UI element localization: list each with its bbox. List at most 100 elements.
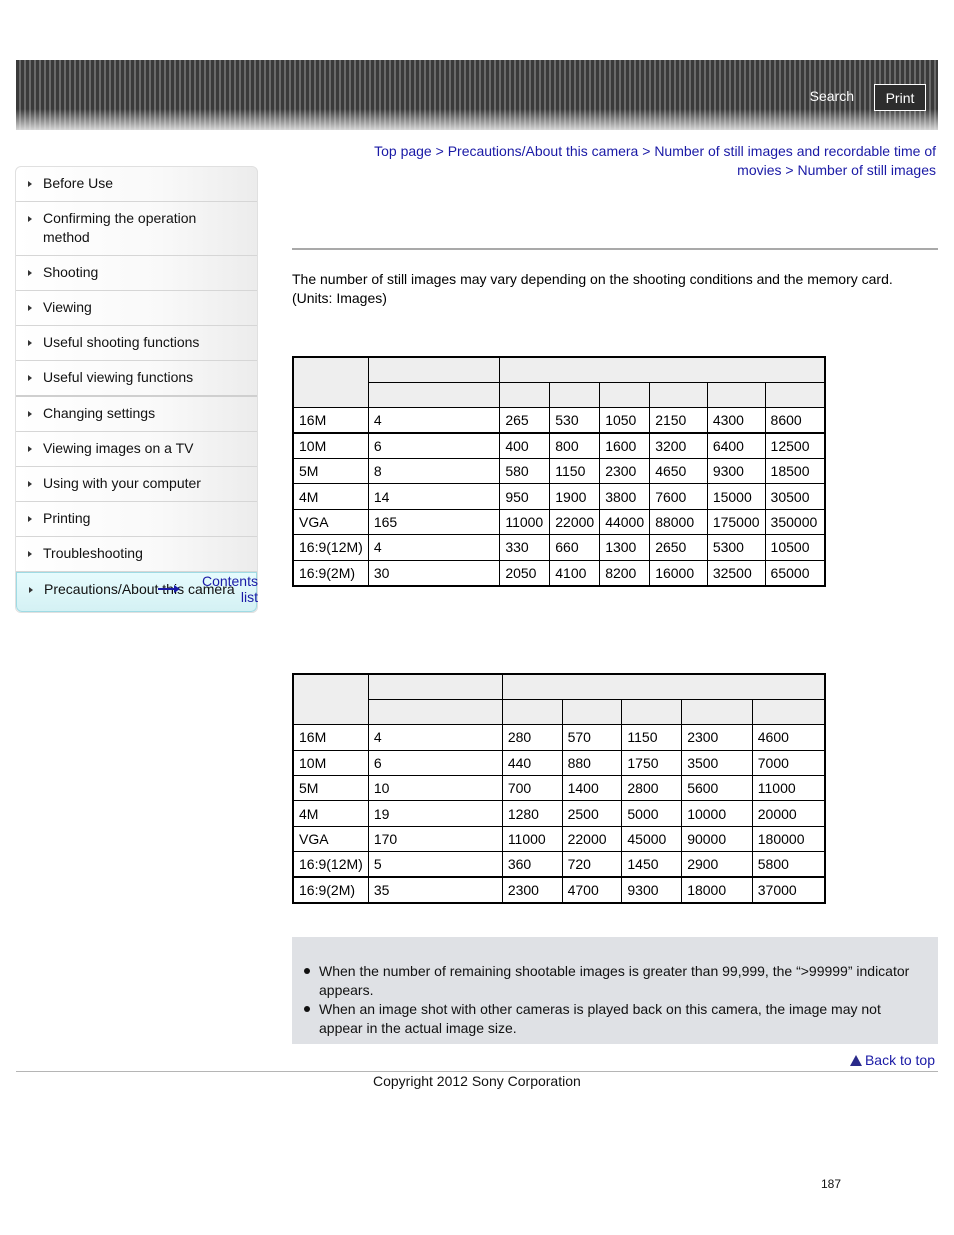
value-cell: 90000 [681, 825, 753, 853]
value-cell: 175000 [706, 508, 766, 536]
breadcrumb: Top page > Precautions/About this camera… [360, 142, 936, 180]
value-cell: 2300 [599, 458, 651, 485]
sidebar-nav: Before Use Confirming the operation meth… [15, 166, 258, 613]
arrow-right-icon [28, 340, 32, 346]
arrow-right-icon [158, 585, 180, 593]
value-cell: 4650 [649, 458, 708, 485]
value-cell: 2650 [649, 534, 708, 561]
value-cell: 165 [367, 508, 501, 536]
value-cell: 14 [367, 483, 501, 510]
header-cell [367, 673, 503, 700]
value-cell: 65000 [764, 559, 826, 587]
image-size-cell: 16:9(12M) [292, 851, 369, 879]
value-cell: 1750 [621, 749, 683, 777]
contents-list-label: Contents list [201, 573, 258, 605]
sidebar-item-label: Printing [43, 510, 91, 526]
value-cell: 20000 [751, 800, 826, 827]
value-cell: 9300 [706, 458, 766, 485]
value-cell: 400 [499, 432, 551, 460]
sidebar-item-troubleshooting[interactable]: Troubleshooting [16, 537, 257, 572]
value-cell: 720 [561, 851, 623, 879]
image-size-cell: 16:9(2M) [292, 559, 369, 587]
image-size-cell: 4M [292, 800, 369, 827]
value-cell: 6 [367, 432, 501, 460]
sidebar-item-useful-viewing[interactable]: Useful viewing functions [16, 361, 257, 397]
back-to-top-link[interactable]: Back to top [849, 1052, 935, 1068]
sidebar-item-before-use[interactable]: Before Use [16, 167, 257, 202]
value-cell: 16000 [649, 559, 708, 587]
value-cell: 800 [549, 432, 601, 460]
value-cell: 570 [561, 724, 623, 751]
breadcrumb-separator: > [642, 143, 651, 159]
table-row: 5M 8 580 1150 2300 4650 9300 18500 [292, 458, 826, 485]
sidebar-item-label: Troubleshooting [43, 545, 143, 561]
sidebar-item-viewing[interactable]: Viewing [16, 291, 257, 326]
sidebar-item-confirming-operation[interactable]: Confirming the operation method [16, 202, 257, 256]
value-cell: 9300 [621, 876, 683, 904]
contents-list-link[interactable]: Contents list [158, 573, 258, 605]
divider [292, 248, 938, 250]
arrow-right-icon [28, 446, 32, 452]
header-cell [561, 698, 623, 726]
sidebar-item-viewing-tv[interactable]: Viewing images on a TV [16, 432, 257, 467]
value-cell: 1900 [549, 483, 601, 510]
header-cell [621, 698, 683, 726]
value-cell: 3200 [649, 432, 708, 460]
value-cell: 37000 [751, 876, 826, 904]
print-button[interactable]: Print [874, 84, 926, 111]
value-cell: 18500 [764, 458, 826, 485]
table-row: 16:9(2M) 30 2050 4100 8200 16000 32500 65000 [292, 559, 826, 587]
image-size-cell: 10M [292, 432, 369, 460]
breadcrumb-precautions[interactable]: Precautions/About this camera [448, 143, 639, 159]
value-cell: 8 [367, 458, 501, 485]
arrow-right-icon [28, 270, 32, 276]
breadcrumb-top-page[interactable]: Top page [374, 143, 432, 159]
value-cell: 5 [367, 851, 503, 879]
still-images-table-2: 16M 4 280 570 1150 2300 4600 10M 6 440 880 1750 3500… [292, 673, 826, 904]
search-link[interactable]: Search [810, 88, 854, 104]
value-cell: 280 [501, 724, 563, 751]
arrow-right-icon [28, 481, 32, 487]
table-row: 16M 4 280 570 1150 2300 4600 [292, 724, 826, 751]
value-cell: 10000 [681, 800, 753, 827]
table-row: 16:9(2M) 35 2300 4700 9300 18000 37000 [292, 876, 826, 904]
value-cell: 1600 [599, 432, 651, 460]
header-cell [292, 673, 369, 726]
header-cell [499, 356, 826, 383]
breadcrumb-number-still-images[interactable]: Number of still images [798, 162, 937, 178]
value-cell: 880 [561, 749, 623, 777]
value-cell: 265 [499, 407, 551, 435]
header-cell [367, 698, 503, 726]
value-cell: 6 [367, 749, 503, 777]
sidebar-item-label: Before Use [43, 175, 114, 191]
arrow-right-icon [29, 587, 33, 593]
header-cell [292, 356, 369, 409]
header-cell [706, 381, 766, 409]
sidebar-item-label: Useful viewing functions [43, 369, 194, 385]
sidebar-item-using-computer[interactable]: Using with your computer [16, 467, 257, 502]
image-size-cell: 4M [292, 483, 369, 510]
value-cell: 950 [499, 483, 551, 510]
triangle-up-icon [849, 1054, 862, 1066]
table-row: 10M 6 440 880 1750 3500 7000 [292, 749, 826, 777]
value-cell: 360 [501, 851, 563, 879]
value-cell: 3500 [681, 749, 753, 777]
image-size-cell: 5M [292, 458, 369, 485]
header-cell [599, 381, 651, 409]
sidebar-item-changing-settings[interactable]: Changing settings [16, 397, 257, 432]
footer-divider [16, 1071, 938, 1072]
sidebar-item-shooting[interactable]: Shooting [16, 256, 257, 291]
breadcrumb-separator: > [435, 143, 444, 159]
sidebar-item-printing[interactable]: Printing [16, 502, 257, 537]
value-cell: 2900 [681, 851, 753, 879]
notes-box: When the number of remaining shootable i… [292, 937, 938, 1044]
value-cell: 1150 [549, 458, 601, 485]
sidebar-item-useful-shooting[interactable]: Useful shooting functions [16, 326, 257, 361]
value-cell: 350000 [764, 508, 826, 536]
sidebar-item-label: Changing settings [43, 405, 156, 421]
image-size-cell: 16:9(12M) [292, 534, 369, 561]
value-cell: 440 [501, 749, 563, 777]
value-cell: 530 [549, 407, 601, 435]
value-cell: 2800 [621, 775, 683, 802]
value-cell: 19 [367, 800, 503, 827]
